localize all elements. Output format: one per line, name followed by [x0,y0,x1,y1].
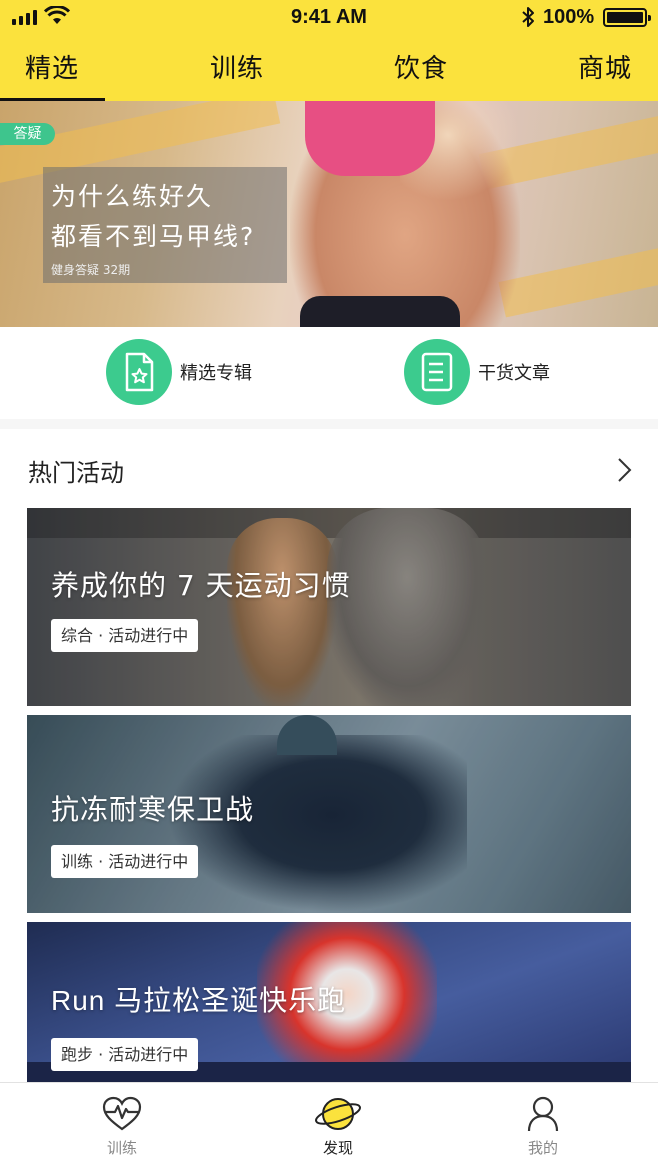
activity-card[interactable]: 抗冻耐寒保卫战 训练 · 活动进行中 [27,715,631,913]
status-bar: 9:41 AM 100% [0,0,658,34]
bottom-tab-training[interactable]: 训练 [72,1095,172,1158]
featured-albums-label: 精选专辑 [180,363,252,384]
bottom-tab-profile[interactable]: 我的 [493,1095,593,1158]
bottom-tab-label: 我的 [527,1139,558,1157]
card-shade [27,508,631,706]
hero-caption-box: 为什么练好久 都看不到马甲线? 健身答疑 32期 [43,167,287,283]
activity-status-tag: 训练 · 活动进行中 [51,845,199,878]
star-document-icon [106,339,172,405]
hero-background-stripe [498,240,658,318]
bluetooth-icon [522,7,534,27]
bottom-tab-discover[interactable]: 发现 [288,1095,388,1158]
heartbeat-icon [102,1096,142,1131]
activity-card[interactable]: 养成你的 7 天运动习惯 综合 · 活动进行中 [27,508,631,706]
person-icon [527,1096,559,1132]
activity-card[interactable]: Run 马拉松圣诞快乐跑 跑步 · 活动进行中 [27,922,631,1082]
chevron-right-icon[interactable] [614,456,634,484]
articles-label: 干货文章 [478,363,550,384]
activity-title: 抗冻耐寒保卫战 [51,793,255,826]
top-tab-bar: 精选 训练 饮食 商城 [0,48,658,101]
article-list-icon [404,339,470,405]
bottom-tab-label: 发现 [322,1139,353,1157]
planet-icon [315,1098,361,1130]
activity-status-tag: 跑步 · 活动进行中 [51,1038,199,1071]
bottom-tab-label: 训练 [106,1139,137,1157]
hero-title-line1: 为什么练好久 [51,182,214,211]
articles-entry[interactable]: 干货文章 [404,339,550,405]
battery-icon [603,8,651,27]
activity-title: 养成你的 7 天运动习惯 [51,569,351,602]
tab-diet[interactable]: 饮食 [394,48,448,101]
app-header: 9:41 AM 100% 精选 训练 饮食 商城 [0,0,658,101]
quick-entry-row: 精选专辑 干货文章 [0,327,658,419]
hot-activities-section: 热门活动 养成你的 7 天运动习惯 综合 · 活动进行中 抗冻耐寒保卫战 训练 … [0,429,658,1089]
activity-title: Run 马拉松圣诞快乐跑 [51,985,347,1016]
hero-athlete-shorts [300,296,460,327]
tab-training[interactable]: 训练 [210,48,264,101]
featured-albums-entry[interactable]: 精选专辑 [106,339,252,405]
battery-percentage: 100% [543,6,595,28]
qa-badge: 答疑 [0,123,55,145]
tab-mall[interactable]: 商城 [578,48,632,101]
bottom-tab-bar: 训练 发现 我的 [0,1082,658,1170]
tab-featured[interactable]: 精选 [25,48,79,101]
section-title: 热门活动 [28,459,124,487]
hero-title-line2: 都看不到马甲线? [51,222,256,251]
activity-status-tag: 综合 · 活动进行中 [51,619,199,652]
hero-title: 为什么练好久 都看不到马甲线? [51,177,287,257]
hero-subtitle: 健身答疑 32期 [51,263,131,277]
hero-athlete-top [305,101,435,176]
